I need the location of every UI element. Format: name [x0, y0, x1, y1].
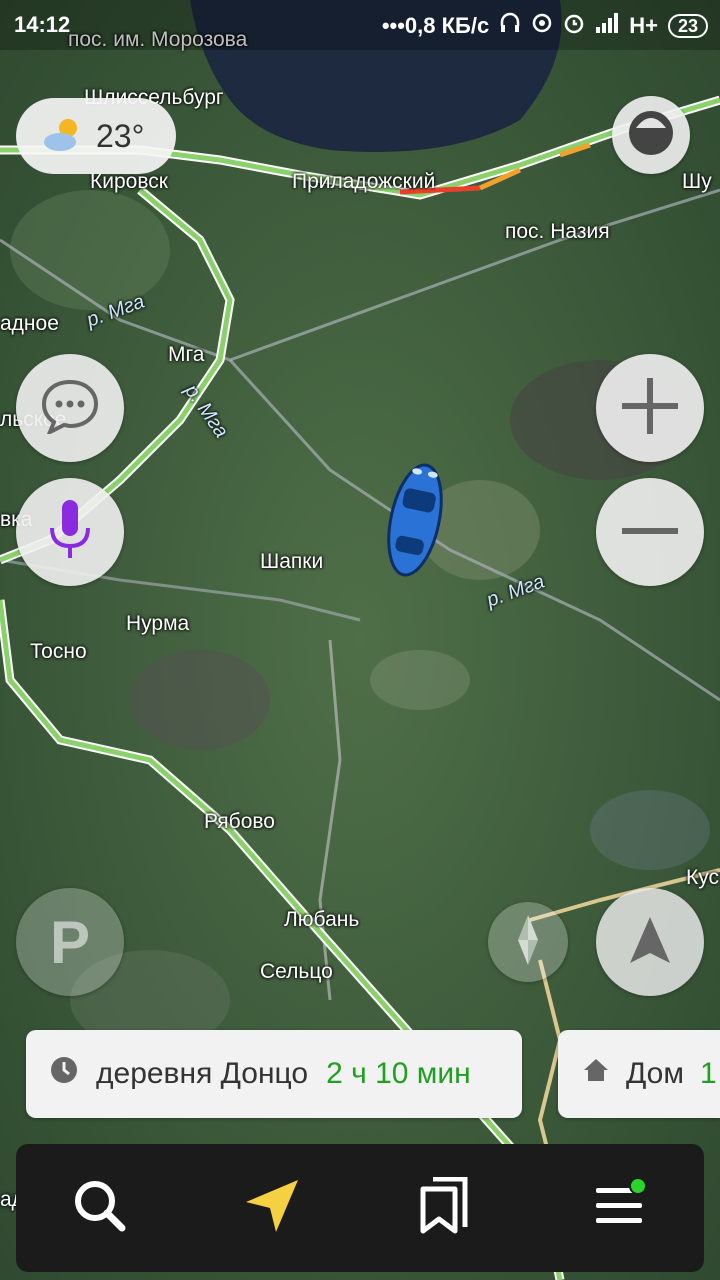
menu-icon: [592, 1176, 648, 1239]
place-label: адное: [0, 312, 59, 335]
navigator-arrow-icon: [244, 1178, 300, 1239]
route-card-home[interactable]: Дом 1: [558, 1030, 720, 1118]
navigator-button[interactable]: [232, 1168, 312, 1248]
search-icon: [72, 1178, 128, 1239]
place-label: Нурма: [126, 612, 190, 635]
clock-icon: [50, 1056, 78, 1092]
parking-button[interactable]: P: [16, 888, 124, 996]
weather-widget[interactable]: 23°: [16, 98, 176, 174]
headphones-icon: [499, 12, 521, 40]
partly-cloudy-icon: [42, 116, 86, 157]
layers-button[interactable]: [612, 96, 690, 174]
place-label: пос. Назия: [505, 220, 610, 243]
search-button[interactable]: [60, 1168, 140, 1248]
place-label: Мга: [168, 343, 205, 366]
network-type: H+: [629, 13, 658, 38]
navigation-arrow-icon: [628, 915, 672, 970]
alarm-icon: [563, 12, 585, 40]
voice-assistant-button[interactable]: [16, 478, 124, 586]
menu-button[interactable]: [580, 1168, 660, 1248]
battery-indicator: 23: [667, 14, 708, 38]
place-label: Кус: [686, 866, 719, 889]
compass-icon: [516, 914, 540, 970]
parking-icon: P: [49, 908, 91, 976]
place-label: Шу: [682, 170, 712, 193]
place-label: Шапки: [260, 550, 324, 573]
messages-button[interactable]: [16, 354, 124, 462]
network-speed: •••0,8 КБ/с: [381, 13, 490, 38]
route-card-destination[interactable]: деревня Донцо 2 ч 10 мин: [26, 1030, 522, 1118]
place-label: Сельцо: [260, 960, 333, 983]
compass-button[interactable]: [488, 902, 568, 982]
place-label: Любань: [284, 908, 360, 931]
chat-icon: [40, 378, 100, 439]
bottom-navigation-bar: [16, 1144, 704, 1272]
locate-me-button[interactable]: [596, 888, 704, 996]
place-label: Приладожский: [292, 170, 436, 193]
route-eta: 2 ч 10 мин: [326, 1057, 471, 1090]
microphone-icon: [48, 498, 92, 567]
layers-icon: [626, 108, 676, 163]
route-destination: Дом: [626, 1057, 684, 1090]
plus-icon: [620, 376, 680, 441]
home-icon: [582, 1057, 610, 1091]
place-label: Рябово: [204, 810, 275, 833]
bookmarks-button[interactable]: [404, 1168, 484, 1248]
route-destination: деревня Донцо: [96, 1057, 309, 1090]
status-bar: 14:12 •••0,8 КБ/с H+ 23: [0, 0, 720, 50]
place-label: Тосно: [30, 640, 87, 663]
status-time: 14:12: [14, 12, 71, 37]
hotspot-icon: [531, 12, 553, 40]
zoom-out-button[interactable]: [596, 478, 704, 586]
temperature: 23°: [96, 117, 145, 154]
route-eta: 1: [699, 1057, 717, 1090]
minus-icon: [620, 523, 680, 541]
signal-icon: [595, 13, 619, 39]
zoom-in-button[interactable]: [596, 354, 704, 462]
bookmarks-icon: [419, 1176, 469, 1240]
